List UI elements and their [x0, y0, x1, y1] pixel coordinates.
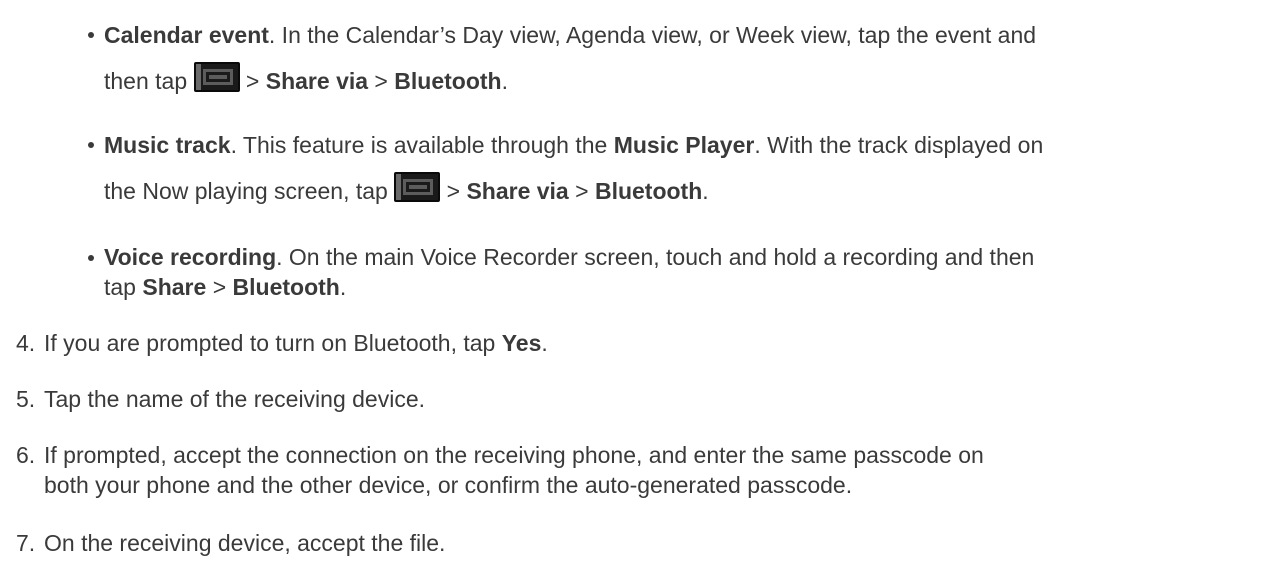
menu-bluetooth: Bluetooth: [232, 274, 340, 300]
bullet-item-voice-recording: Voice recording. On the main Voice Recor…: [88, 242, 1254, 302]
period: .: [541, 330, 548, 356]
step-item-6: 6. If prompted, accept the connection on …: [16, 440, 1256, 500]
music-player-label: Music Player: [613, 132, 755, 158]
period: .: [501, 68, 508, 94]
bullet-text: . On the main Voice Recorder screen, tou…: [276, 244, 1035, 270]
bullet-item-calendar-event: Calendar event. In the Calendar’s Day vi…: [88, 12, 1254, 104]
bullet-title: Calendar event: [104, 22, 269, 48]
step-item-4: 4. If you are prompted to turn on Bluetoo…: [16, 328, 1256, 358]
bullet-dot: [88, 32, 94, 38]
period: .: [702, 178, 709, 204]
separator: >: [568, 178, 595, 204]
bullet-text: . This feature is available through the: [230, 132, 614, 158]
step-text: If prompted, accept the connection on th…: [44, 442, 984, 468]
menu-icon: [394, 172, 441, 202]
step-item-7: 7. On the receiving device, accept the fi…: [16, 528, 1256, 558]
menu-share-via: Share via: [265, 68, 369, 94]
step-text: On the receiving device, accept the file…: [44, 530, 446, 556]
menu-share: Share: [142, 274, 207, 300]
step-text: If you are prompted to turn on Bluetooth…: [44, 330, 502, 356]
bullet-text: . In the Calendar’s Day view, Agenda vie…: [268, 22, 1037, 48]
step-number: 5.: [16, 386, 36, 412]
bullet-dot: [88, 255, 94, 261]
step-text: both your phone and the other device, or…: [44, 472, 853, 498]
bullet-title: Voice recording: [104, 244, 277, 270]
bullet-text: then tap: [104, 68, 194, 94]
menu-share-via: Share via: [466, 178, 569, 204]
step-number: 4.: [16, 330, 36, 356]
bullet-text: the Now playing screen, tap: [104, 178, 395, 204]
step-number: 7.: [16, 530, 36, 556]
yes-label: Yes: [501, 330, 542, 356]
bullet-text: . With the track displayed on: [754, 132, 1044, 158]
step-number: 6.: [16, 442, 36, 468]
step-text: Tap the name of the receiving device.: [44, 386, 426, 412]
separator: >: [368, 68, 395, 94]
bullet-item-music-track: Music track. This feature is available t…: [88, 122, 1264, 214]
step-item-5: 5. Tap the name of the receiving device.: [16, 384, 1256, 414]
menu-bluetooth: Bluetooth: [594, 178, 703, 204]
bullet-dot: [88, 142, 94, 148]
menu-bluetooth: Bluetooth: [394, 68, 502, 94]
period: .: [339, 274, 347, 300]
separator: >: [239, 68, 266, 94]
separator: >: [440, 178, 467, 204]
bullet-text: tap: [104, 274, 143, 300]
menu-icon: [193, 62, 240, 92]
separator: >: [206, 274, 233, 300]
bullet-title: Music track: [104, 132, 231, 158]
